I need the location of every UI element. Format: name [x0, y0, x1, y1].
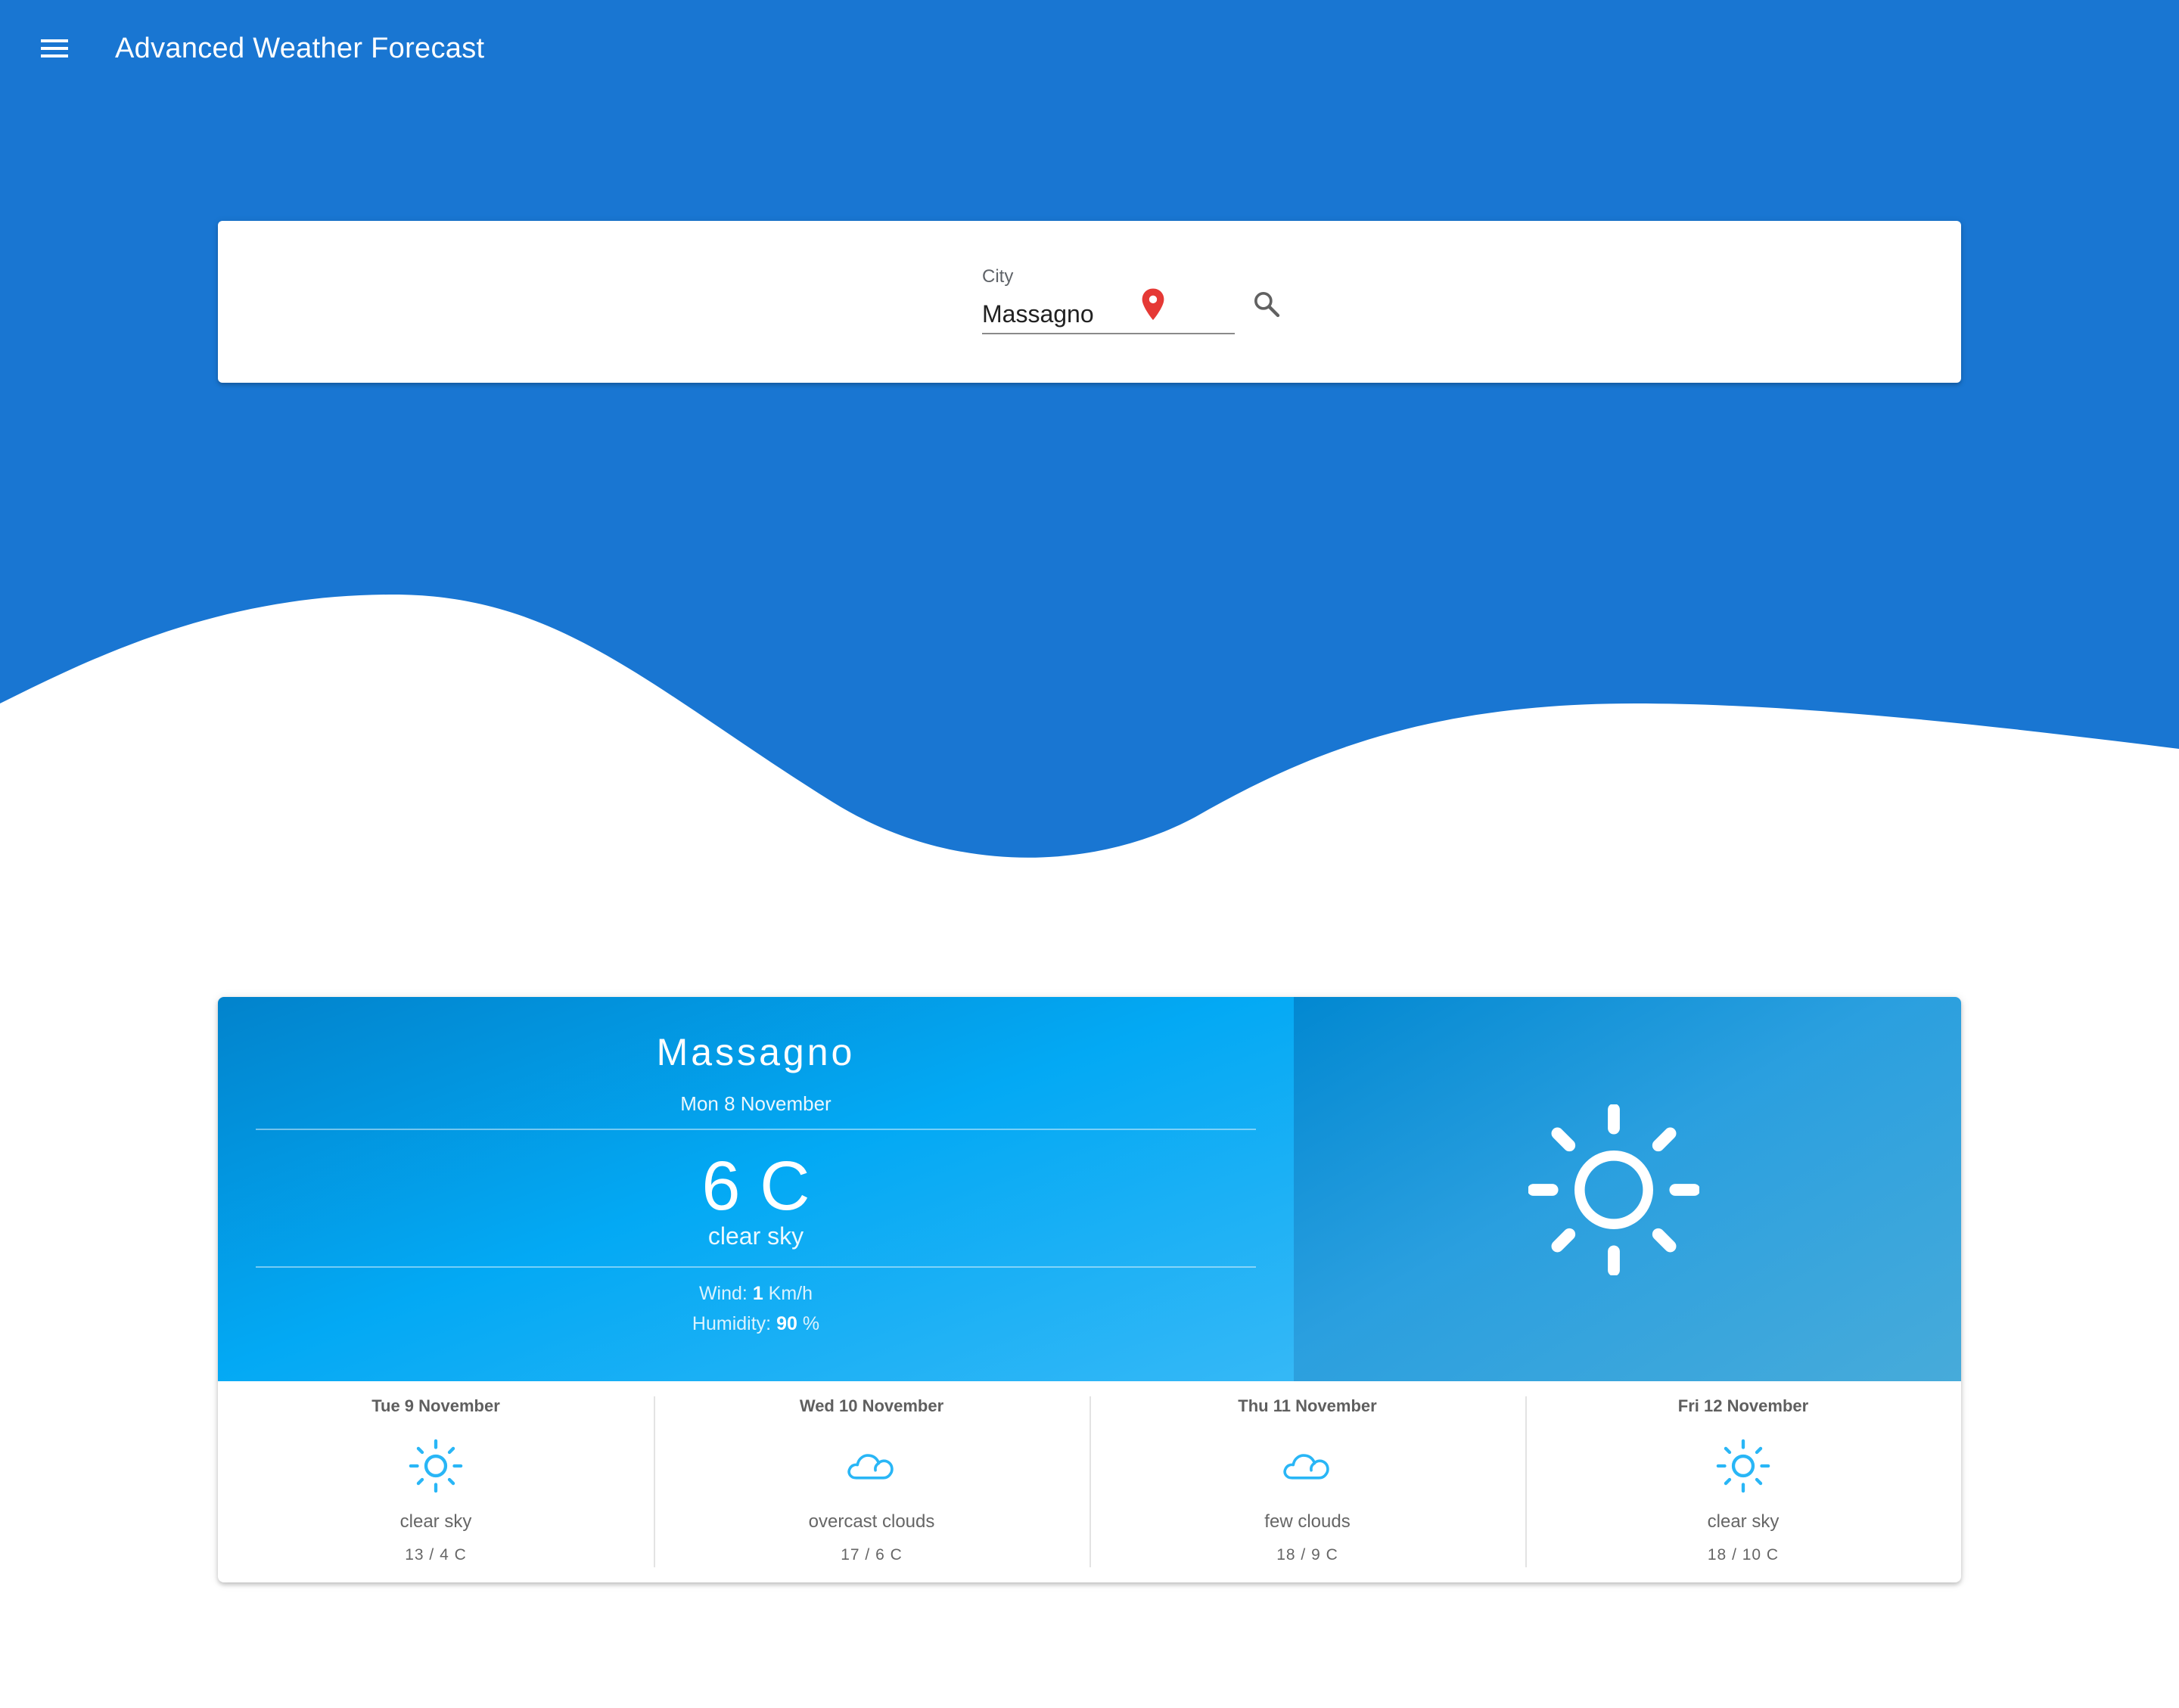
divider [256, 1266, 1256, 1268]
current-wind: Wind: 1 Km/h [218, 1283, 1294, 1305]
forecast-day: Tue 9 November clear sky 13 / 4 C [218, 1381, 654, 1582]
current-humidity: Humidity: 90 % [218, 1313, 1294, 1335]
forecast-description: clear sky [1707, 1511, 1780, 1532]
forecast-temperature: 18 / 10 C [1707, 1546, 1780, 1564]
header-hero [0, 0, 2179, 862]
forecast-day: Thu 11 November few clouds 18 / 9 C [1090, 1381, 1525, 1582]
city-field-label: City [982, 266, 1014, 287]
cloud-icon [1283, 1454, 1329, 1480]
current-weather-panel: Massagno Mon 8 November 6 C clear sky Wi… [218, 997, 1294, 1381]
sun-icon [1716, 1439, 1770, 1493]
search-card: City [218, 221, 1961, 383]
forecast-day-name: Tue 9 November [371, 1396, 500, 1415]
wave-background [0, 0, 2179, 858]
current-city: Massagno [656, 1031, 856, 1073]
forecast-day-name: Wed 10 November [799, 1396, 944, 1415]
forecast-day-name: Thu 11 November [1238, 1396, 1377, 1415]
cloud-icon [847, 1454, 894, 1480]
current-date: Mon 8 November [680, 1092, 832, 1115]
menu-button[interactable] [33, 30, 76, 67]
forecast-description: clear sky [399, 1511, 472, 1532]
search-icon [1254, 292, 1280, 318]
forecast-description: overcast clouds [808, 1511, 935, 1532]
divider [256, 1129, 1256, 1130]
sun-icon [1528, 1104, 1699, 1275]
forecast-temperature: 13 / 4 C [405, 1546, 467, 1564]
forecast-temperature: 18 / 9 C [1276, 1546, 1338, 1564]
forecast-temperature: 17 / 6 C [841, 1546, 903, 1564]
current-temperature: 6 C [701, 1147, 810, 1225]
city-input[interactable] [982, 295, 1235, 334]
current-description: clear sky [707, 1222, 804, 1250]
forecast-description: few clouds [1264, 1511, 1351, 1532]
humidity-label: Humidity: [692, 1313, 772, 1334]
sun-icon [409, 1439, 463, 1493]
weather-card: Massagno Mon 8 November 6 C clear sky Wi… [218, 997, 1961, 1582]
current-icon-panel [1294, 997, 1961, 1381]
forecast-row: Tue 9 November clear sky 13 / 4 C Wed 10… [218, 1381, 1961, 1582]
forecast-day: Fri 12 November clear sky 18 / 10 C [1525, 1381, 1961, 1582]
menu-icon [41, 39, 68, 57]
forecast-day: Wed 10 November overcast clouds 17 / 6 C [654, 1381, 1090, 1582]
forecast-day-name: Fri 12 November [1677, 1396, 1809, 1415]
wind-label: Wind: [698, 1283, 748, 1304]
humidity-value: 90 [776, 1313, 797, 1334]
wind-unit: Km/h [768, 1283, 813, 1304]
wind-value: 1 [752, 1283, 763, 1304]
app-title: Advanced Weather Forecast [115, 33, 485, 64]
search-button[interactable] [1244, 281, 1289, 327]
humidity-unit: % [802, 1313, 820, 1334]
